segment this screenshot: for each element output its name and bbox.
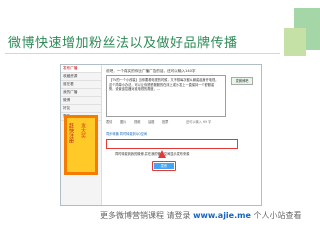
deco-bar-lower bbox=[284, 28, 306, 56]
weibo-screenshot: 发布广播 收藏资源 谁在看 我的广播 微博 好友 更多 赶快注册 发大奖 说吧，… bbox=[60, 64, 262, 206]
share-options[interactable]: 同步转播 同时转载到QQ空间 bbox=[106, 131, 147, 136]
sync-option-highlight[interactable]: 同时转载到我的微博,并在我的微博空间显示发布来源 bbox=[106, 139, 238, 156]
video-tool[interactable]: 视频 bbox=[134, 119, 140, 126]
sidebar-tab-weibo[interactable]: 微博 bbox=[61, 97, 101, 105]
publish-button[interactable]: 发布 bbox=[154, 163, 174, 169]
title-divider bbox=[5, 53, 280, 54]
compose-textarea[interactable]: 【TV的一个小改装】当你要看电视的时候，又不想每次都从躺姿起身开电视，这个简单小… bbox=[106, 75, 226, 117]
char-counter: 还可以输入 69 字 bbox=[186, 120, 212, 124]
sidebar-tab-viewers[interactable]: 谁在看 bbox=[61, 81, 101, 89]
emoji-tool[interactable]: 表情 bbox=[106, 119, 112, 126]
screenshot-main: 说吧，一个真实的你比广播广告的话，还可以输入140字 【TV的一个小改装】当你要… bbox=[104, 67, 256, 201]
sidebar-tab-my-broadcast[interactable]: 我的广播 bbox=[61, 89, 101, 97]
compose-toolbar: 表情 图片 视频 话题 投票 还可以输入 69 字 bbox=[106, 119, 226, 127]
topic-tool[interactable]: 话题 bbox=[148, 119, 154, 126]
slide-title: 微博快速增加粉丝法以及做好品牌传播 bbox=[8, 36, 238, 51]
caption-link[interactable]: www.ajie.me bbox=[193, 211, 251, 220]
promo-banner[interactable]: 赶快注册 发大奖 bbox=[64, 115, 98, 175]
arrow-up-icon bbox=[158, 150, 166, 158]
side-action-button[interactable]: 发微博吧 bbox=[231, 77, 253, 85]
compose-text: 【TV的一个小改装】当你要看电视的时候，又不想每次都从躺姿起身开电视，这个简单小… bbox=[109, 78, 219, 91]
footer-caption: 更多微博营销课程 请登录 www.ajie.me 个人小站查看 bbox=[100, 210, 301, 221]
promo-text-1: 赶快注册 bbox=[68, 123, 74, 143]
sidebar-tab-publish[interactable]: 发布广播 bbox=[61, 65, 101, 73]
poll-tool[interactable]: 投票 bbox=[162, 119, 168, 126]
sidebar-tab-favorites[interactable]: 收藏资源 bbox=[61, 73, 101, 81]
compose-prompt: 说吧，一个真实的你比广播广告的话，还可以输入140字 bbox=[106, 69, 196, 73]
screenshot-sidebar: 发布广播 收藏资源 谁在看 我的广播 微博 好友 更多 赶快注册 发大奖 bbox=[61, 65, 102, 205]
sync-option-label: 同时转载到我的微博,并在我的微博空间显示发布来源 bbox=[115, 152, 190, 156]
sidebar-tab-friends[interactable]: 好友 bbox=[61, 105, 101, 113]
publish-button-outline: 发布 bbox=[152, 161, 176, 171]
image-tool[interactable]: 图片 bbox=[120, 119, 126, 126]
caption-prefix: 更多微博营销课程 请登录 bbox=[100, 211, 191, 220]
promo-text-2: 发大奖 bbox=[80, 123, 86, 138]
caption-suffix: 个人小站查看 bbox=[253, 211, 302, 220]
